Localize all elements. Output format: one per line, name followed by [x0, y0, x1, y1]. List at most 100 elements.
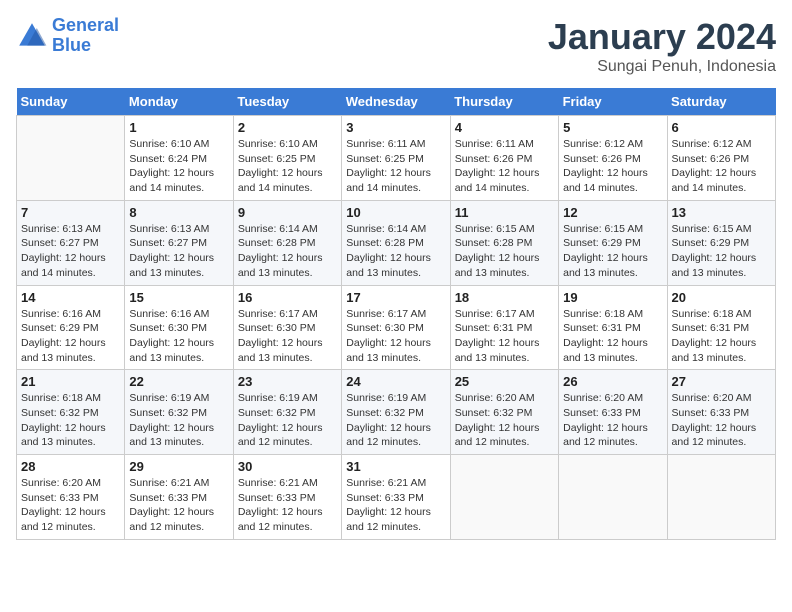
calendar-cell: 6 Sunrise: 6:12 AM Sunset: 6:26 PM Daylig… [667, 116, 775, 201]
title-block: January 2024 Sungai Penuh, Indonesia [548, 16, 776, 76]
day-number: 10 [346, 205, 445, 220]
day-info: Sunrise: 6:11 AM Sunset: 6:25 PM Dayligh… [346, 137, 445, 196]
calendar-header-row: SundayMondayTuesdayWednesdayThursdayFrid… [17, 88, 776, 116]
day-number: 19 [563, 290, 662, 305]
calendar-week-row: 28 Sunrise: 6:20 AM Sunset: 6:33 PM Dayli… [17, 455, 776, 540]
day-number: 8 [129, 205, 228, 220]
day-number: 14 [21, 290, 120, 305]
day-number: 23 [238, 374, 337, 389]
day-number: 1 [129, 120, 228, 135]
day-info: Sunrise: 6:16 AM Sunset: 6:30 PM Dayligh… [129, 307, 228, 366]
day-number: 4 [455, 120, 554, 135]
day-info: Sunrise: 6:21 AM Sunset: 6:33 PM Dayligh… [346, 476, 445, 535]
calendar-cell: 20 Sunrise: 6:18 AM Sunset: 6:31 PM Dayli… [667, 285, 775, 370]
calendar-week-row: 21Sunrise: 6:18 AM Sunset: 6:32 PM Dayli… [17, 370, 776, 455]
day-number: 17 [346, 290, 445, 305]
calendar-cell: 3Sunrise: 6:11 AM Sunset: 6:25 PM Daylig… [342, 116, 450, 201]
day-number: 18 [455, 290, 554, 305]
calendar-day-header-sunday: Sunday [17, 88, 125, 116]
calendar-day-header-thursday: Thursday [450, 88, 558, 116]
day-number: 7 [21, 205, 120, 220]
day-info: Sunrise: 6:17 AM Sunset: 6:30 PM Dayligh… [238, 307, 337, 366]
calendar-cell: 23 Sunrise: 6:19 AM Sunset: 6:32 PM Dayli… [233, 370, 341, 455]
calendar-cell: 2 Sunrise: 6:10 AM Sunset: 6:25 PM Daylig… [233, 116, 341, 201]
day-info: Sunrise: 6:18 AM Sunset: 6:31 PM Dayligh… [563, 307, 662, 366]
main-title: January 2024 [548, 16, 776, 58]
day-info: Sunrise: 6:10 AM Sunset: 6:24 PM Dayligh… [129, 137, 228, 196]
calendar-cell [450, 455, 558, 540]
calendar-cell: 30 Sunrise: 6:21 AM Sunset: 6:33 PM Dayli… [233, 455, 341, 540]
day-info: Sunrise: 6:15 AM Sunset: 6:29 PM Dayligh… [672, 222, 771, 281]
calendar-cell: 10Sunrise: 6:14 AM Sunset: 6:28 PM Dayli… [342, 200, 450, 285]
calendar-cell: 22 Sunrise: 6:19 AM Sunset: 6:32 PM Dayli… [125, 370, 233, 455]
day-number: 20 [672, 290, 771, 305]
day-info: Sunrise: 6:18 AM Sunset: 6:31 PM Dayligh… [672, 307, 771, 366]
day-number: 31 [346, 459, 445, 474]
calendar-cell: 7 Sunrise: 6:13 AM Sunset: 6:27 PM Daylig… [17, 200, 125, 285]
calendar-cell: 9 Sunrise: 6:14 AM Sunset: 6:28 PM Daylig… [233, 200, 341, 285]
day-info: Sunrise: 6:20 AM Sunset: 6:33 PM Dayligh… [563, 391, 662, 450]
calendar-week-row: 1 Sunrise: 6:10 AM Sunset: 6:24 PM Daylig… [17, 116, 776, 201]
day-number: 27 [672, 374, 771, 389]
calendar-cell: 13 Sunrise: 6:15 AM Sunset: 6:29 PM Dayli… [667, 200, 775, 285]
calendar-cell: 29Sunrise: 6:21 AM Sunset: 6:33 PM Dayli… [125, 455, 233, 540]
day-number: 30 [238, 459, 337, 474]
logo: General Blue [16, 16, 119, 56]
subtitle: Sungai Penuh, Indonesia [548, 58, 776, 76]
calendar-week-row: 14 Sunrise: 6:16 AM Sunset: 6:29 PM Dayli… [17, 285, 776, 370]
day-info: Sunrise: 6:21 AM Sunset: 6:33 PM Dayligh… [238, 476, 337, 535]
day-number: 22 [129, 374, 228, 389]
calendar-cell: 1 Sunrise: 6:10 AM Sunset: 6:24 PM Daylig… [125, 116, 233, 201]
day-info: Sunrise: 6:13 AM Sunset: 6:27 PM Dayligh… [129, 222, 228, 281]
day-info: Sunrise: 6:20 AM Sunset: 6:33 PM Dayligh… [21, 476, 120, 535]
calendar-day-header-wednesday: Wednesday [342, 88, 450, 116]
day-number: 9 [238, 205, 337, 220]
calendar-cell: 26 Sunrise: 6:20 AM Sunset: 6:33 PM Dayli… [559, 370, 667, 455]
day-info: Sunrise: 6:19 AM Sunset: 6:32 PM Dayligh… [238, 391, 337, 450]
day-number: 25 [455, 374, 554, 389]
day-info: Sunrise: 6:20 AM Sunset: 6:32 PM Dayligh… [455, 391, 554, 450]
calendar-cell: 14 Sunrise: 6:16 AM Sunset: 6:29 PM Dayli… [17, 285, 125, 370]
calendar-cell: 18Sunrise: 6:17 AM Sunset: 6:31 PM Dayli… [450, 285, 558, 370]
day-number: 21 [21, 374, 120, 389]
calendar-cell: 19 Sunrise: 6:18 AM Sunset: 6:31 PM Dayli… [559, 285, 667, 370]
day-number: 6 [672, 120, 771, 135]
calendar-week-row: 7 Sunrise: 6:13 AM Sunset: 6:27 PM Daylig… [17, 200, 776, 285]
day-number: 26 [563, 374, 662, 389]
calendar-cell: 21Sunrise: 6:18 AM Sunset: 6:32 PM Dayli… [17, 370, 125, 455]
day-number: 11 [455, 205, 554, 220]
calendar-day-header-tuesday: Tuesday [233, 88, 341, 116]
calendar-cell: 8 Sunrise: 6:13 AM Sunset: 6:27 PM Daylig… [125, 200, 233, 285]
calendar-table: SundayMondayTuesdayWednesdayThursdayFrid… [16, 88, 776, 540]
day-info: Sunrise: 6:15 AM Sunset: 6:28 PM Dayligh… [455, 222, 554, 281]
calendar-cell: 27Sunrise: 6:20 AM Sunset: 6:33 PM Dayli… [667, 370, 775, 455]
day-info: Sunrise: 6:12 AM Sunset: 6:26 PM Dayligh… [672, 137, 771, 196]
calendar-day-header-monday: Monday [125, 88, 233, 116]
day-info: Sunrise: 6:16 AM Sunset: 6:29 PM Dayligh… [21, 307, 120, 366]
day-info: Sunrise: 6:14 AM Sunset: 6:28 PM Dayligh… [238, 222, 337, 281]
day-number: 12 [563, 205, 662, 220]
day-number: 16 [238, 290, 337, 305]
day-info: Sunrise: 6:21 AM Sunset: 6:33 PM Dayligh… [129, 476, 228, 535]
calendar-cell: 16 Sunrise: 6:17 AM Sunset: 6:30 PM Dayli… [233, 285, 341, 370]
calendar-cell: 15Sunrise: 6:16 AM Sunset: 6:30 PM Dayli… [125, 285, 233, 370]
day-info: Sunrise: 6:13 AM Sunset: 6:27 PM Dayligh… [21, 222, 120, 281]
logo-icon [16, 20, 48, 52]
calendar-cell [17, 116, 125, 201]
calendar-cell: 5Sunrise: 6:12 AM Sunset: 6:26 PM Daylig… [559, 116, 667, 201]
day-number: 5 [563, 120, 662, 135]
day-info: Sunrise: 6:10 AM Sunset: 6:25 PM Dayligh… [238, 137, 337, 196]
day-number: 24 [346, 374, 445, 389]
day-number: 28 [21, 459, 120, 474]
day-info: Sunrise: 6:19 AM Sunset: 6:32 PM Dayligh… [129, 391, 228, 450]
calendar-day-header-friday: Friday [559, 88, 667, 116]
day-number: 2 [238, 120, 337, 135]
day-number: 13 [672, 205, 771, 220]
day-info: Sunrise: 6:15 AM Sunset: 6:29 PM Dayligh… [563, 222, 662, 281]
page-header: General Blue January 2024 Sungai Penuh, … [16, 16, 776, 76]
day-info: Sunrise: 6:19 AM Sunset: 6:32 PM Dayligh… [346, 391, 445, 450]
calendar-cell: 17Sunrise: 6:17 AM Sunset: 6:30 PM Dayli… [342, 285, 450, 370]
calendar-cell: 28 Sunrise: 6:20 AM Sunset: 6:33 PM Dayli… [17, 455, 125, 540]
calendar-cell: 12 Sunrise: 6:15 AM Sunset: 6:29 PM Dayli… [559, 200, 667, 285]
logo-text: General Blue [52, 16, 119, 56]
